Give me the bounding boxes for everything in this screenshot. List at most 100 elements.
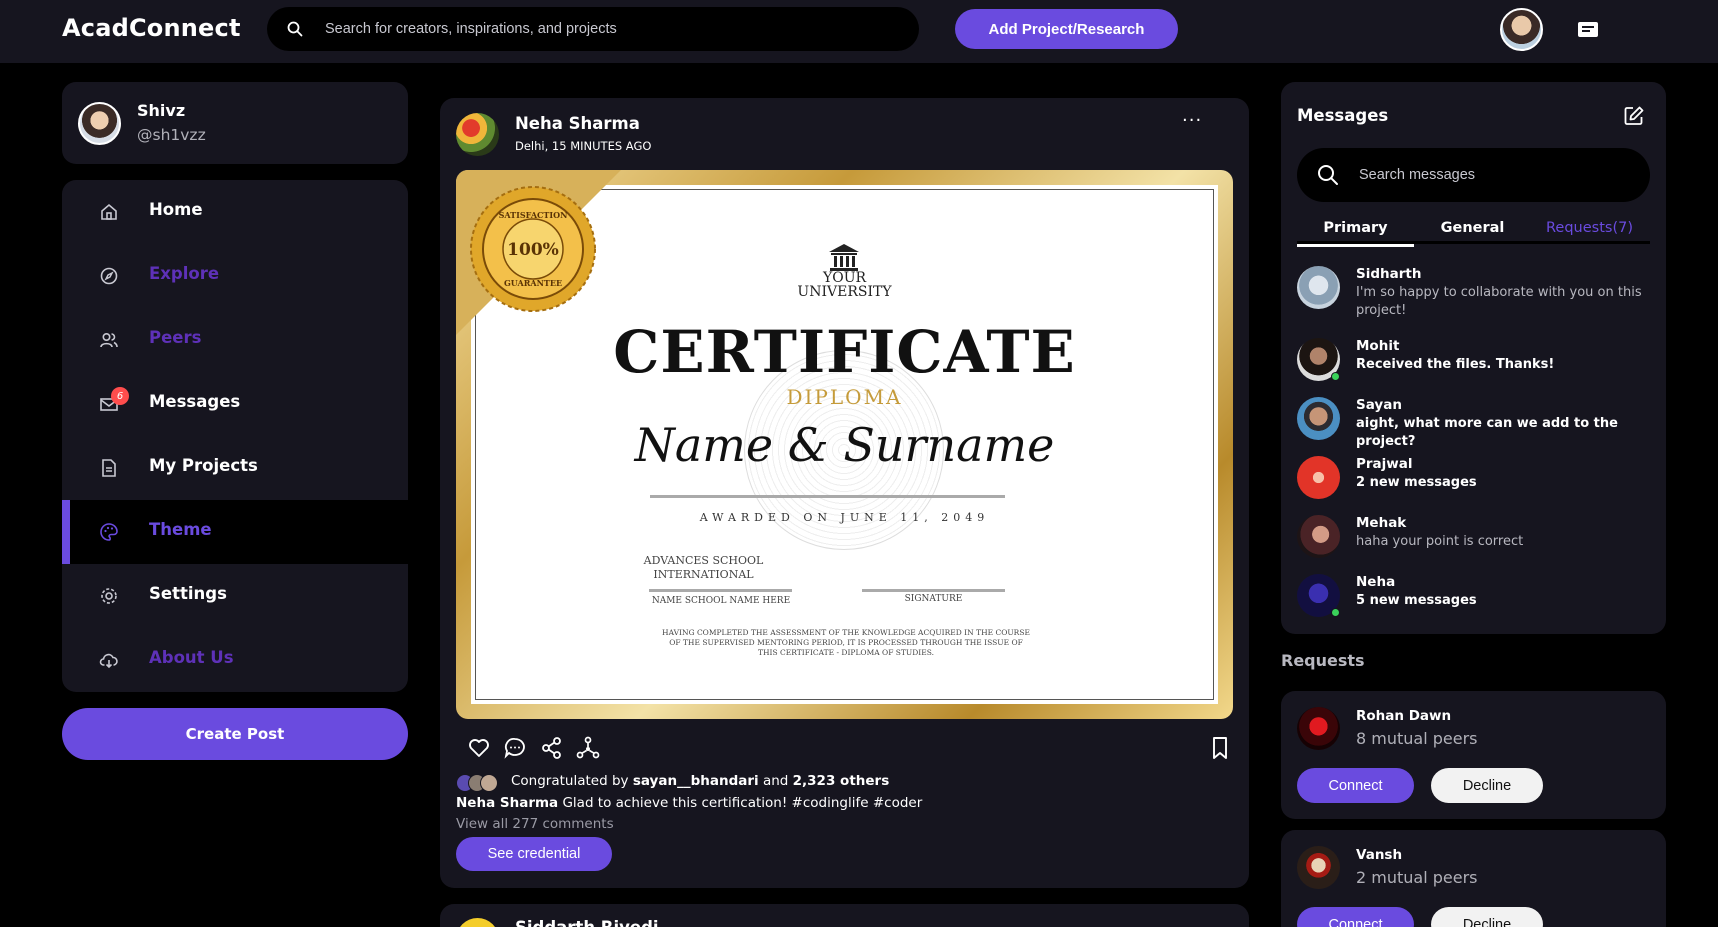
sidebar-item-my-projects[interactable]: My Projects xyxy=(62,436,408,500)
sidebar-item-about-us[interactable]: About Us xyxy=(62,628,408,692)
message-sender: Mehak xyxy=(1356,515,1407,531)
more-options-icon[interactable]: ··· xyxy=(1182,110,1202,131)
message-item[interactable]: Sayan aight, what more can we add to the… xyxy=(1297,397,1650,449)
bookmark-icon[interactable] xyxy=(1207,735,1233,761)
avatar[interactable] xyxy=(1297,846,1340,889)
sidebar-item-peers[interactable]: Peers xyxy=(62,308,408,372)
message-preview: I'm so happy to collaborate with you on … xyxy=(1356,285,1642,318)
connect-button[interactable]: Connect xyxy=(1297,907,1414,927)
search-input[interactable] xyxy=(325,7,885,51)
users-icon xyxy=(100,332,118,348)
avatar xyxy=(1297,397,1340,440)
university-building-icon xyxy=(829,244,859,271)
share-icon[interactable] xyxy=(539,735,565,761)
message-preview: haha your point is correct xyxy=(1356,534,1524,549)
likes-text: Congratulated by sayan__bhandari and 2,3… xyxy=(511,773,890,789)
edit-icon[interactable] xyxy=(1623,105,1645,127)
liker-link[interactable]: sayan__bhandari xyxy=(633,773,759,789)
tab-primary[interactable]: Primary xyxy=(1297,220,1414,247)
message-item[interactable]: Sidharth I'm so happy to collaborate wit… xyxy=(1297,266,1650,322)
document-icon xyxy=(102,459,116,477)
request-card: Vansh 2 mutual peers Connect Decline xyxy=(1281,830,1666,927)
avatar[interactable] xyxy=(456,918,499,927)
decline-button[interactable]: Decline xyxy=(1431,768,1543,803)
avatar xyxy=(480,774,498,792)
message-sender: Neha xyxy=(1356,574,1396,590)
avatar xyxy=(1297,515,1340,558)
compass-icon xyxy=(100,267,118,285)
connect-button[interactable]: Connect xyxy=(1297,768,1414,803)
requests-heading: Requests xyxy=(1281,651,1365,670)
user-avatar[interactable] xyxy=(1500,8,1543,51)
request-name[interactable]: Rohan Dawn xyxy=(1356,708,1451,724)
messages-panel: Messages Primary General Requests(7) Sid… xyxy=(1281,82,1666,634)
message-item[interactable]: Prajwal 2 new messages xyxy=(1297,456,1650,500)
avatar[interactable] xyxy=(456,113,499,156)
request-name[interactable]: Vansh xyxy=(1356,847,1402,863)
tab-general[interactable]: General xyxy=(1414,220,1531,236)
top-navbar: AcadConnect Add Project/Research xyxy=(0,0,1718,63)
message-sender: Sayan xyxy=(1356,397,1402,413)
message-search[interactable] xyxy=(1297,148,1650,202)
sidebar-item-label: Theme xyxy=(149,520,212,539)
message-preview: aight, what more can we add to the proje… xyxy=(1356,416,1618,449)
create-post-button[interactable]: Create Post xyxy=(62,708,408,760)
request-card: Rohan Dawn 8 mutual peers Connect Declin… xyxy=(1281,691,1666,819)
message-item[interactable]: Mohit Received the files. Thanks! xyxy=(1297,338,1650,382)
notification-badge: 6 xyxy=(111,387,129,405)
global-search[interactable] xyxy=(267,7,919,51)
add-project-button[interactable]: Add Project/Research xyxy=(955,9,1178,49)
profile-name: Shivz xyxy=(137,101,186,120)
palette-icon xyxy=(100,523,118,541)
certificate-subtitle: DIPLOMA xyxy=(786,385,903,409)
certificate-title: CERTIFICATE xyxy=(613,318,1076,386)
sidebar-item-label: Explore xyxy=(149,264,220,283)
message-item[interactable]: Neha 5 new messages xyxy=(1297,574,1650,618)
certificate-recipient: Name & Surname xyxy=(634,418,1055,472)
comment-icon[interactable] xyxy=(502,735,528,761)
post-image-certificate: 100% SATISFACTION GUARANTEE YOUR UNIVERS… xyxy=(456,170,1233,719)
view-comments-link[interactable]: View all 277 comments xyxy=(456,816,614,832)
message-item[interactable]: Mehak haha your point is correct xyxy=(1297,515,1650,559)
app-logo[interactable]: AcadConnect xyxy=(62,14,241,42)
search-icon xyxy=(287,21,303,37)
sidebar-item-explore[interactable]: Explore xyxy=(62,244,408,308)
see-credential-button[interactable]: See credential xyxy=(456,837,612,871)
decline-button[interactable]: Decline xyxy=(1431,907,1543,927)
heart-icon[interactable] xyxy=(466,735,492,761)
sidebar-item-settings[interactable]: Settings xyxy=(62,564,408,628)
sidebar-item-home[interactable]: Home xyxy=(62,180,408,244)
certificate-name-line xyxy=(650,495,1005,498)
avatar[interactable] xyxy=(1297,707,1340,750)
certificate-date: AWARDED ON JUNE 11, 2049 xyxy=(699,511,990,524)
sidebar-item-messages[interactable]: 6 Messages xyxy=(62,372,408,436)
message-preview: 2 new messages xyxy=(1356,475,1477,490)
sidebar-item-label: Peers xyxy=(149,328,202,347)
network-icon[interactable] xyxy=(575,735,601,761)
mutual-peers: 8 mutual peers xyxy=(1356,729,1478,748)
message-sender: Sidharth xyxy=(1356,266,1422,282)
certificate-fine-print: HAVING COMPLETED THE ASSESSMENT OF THE K… xyxy=(662,628,1030,657)
svg-text:SATISFACTION: SATISFACTION xyxy=(499,210,568,220)
cloud-icon xyxy=(99,653,118,669)
mutual-peers: 2 mutual peers xyxy=(1356,868,1478,887)
profile-handle: @sh1vzz xyxy=(137,126,206,144)
gear-icon xyxy=(101,588,117,604)
home-icon xyxy=(101,203,117,220)
others-link[interactable]: 2,323 others xyxy=(793,773,890,789)
sidebar-item-label: Messages xyxy=(149,392,241,411)
search-icon xyxy=(1318,165,1338,185)
profile-card[interactable]: Shivz @sh1vzz xyxy=(62,82,408,164)
caption-author[interactable]: Neha Sharma xyxy=(456,795,558,811)
post-author[interactable]: Neha Sharma xyxy=(515,114,640,133)
sidebar-item-label: Settings xyxy=(149,584,227,603)
feed-post: Siddarth Rivedi xyxy=(440,904,1249,927)
chat-icon[interactable] xyxy=(1578,22,1598,37)
message-sender: Mohit xyxy=(1356,338,1400,354)
message-search-input[interactable] xyxy=(1359,148,1629,202)
tab-requests[interactable]: Requests(7) xyxy=(1531,220,1648,236)
post-author[interactable]: Siddarth Rivedi xyxy=(515,918,659,927)
sidebar-item-label: My Projects xyxy=(149,456,258,475)
sidebar-item-theme[interactable]: Theme xyxy=(62,500,408,564)
certificate-signature-line xyxy=(862,589,1005,592)
